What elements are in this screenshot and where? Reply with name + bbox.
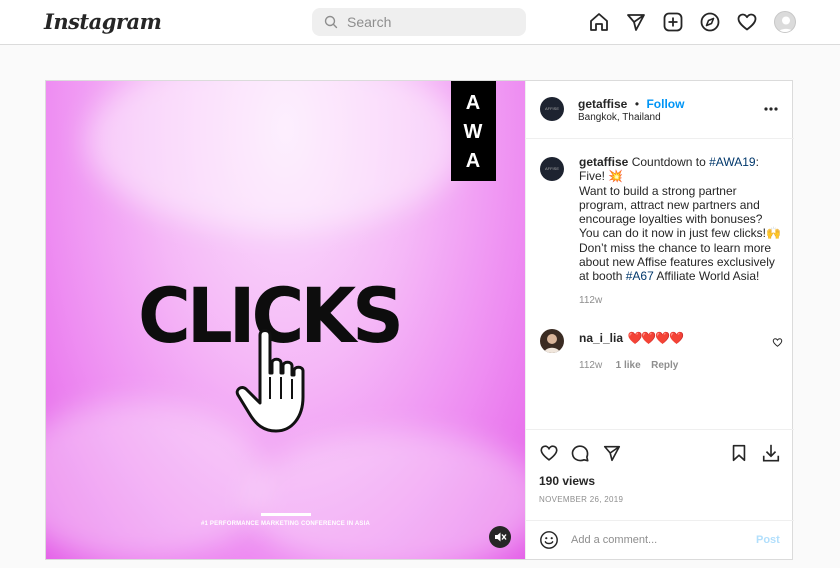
post-comment-button[interactable]: Post xyxy=(756,534,780,546)
mute-button[interactable] xyxy=(489,526,511,548)
comment-username[interactable]: na_i_lia xyxy=(579,331,623,345)
cloud-shape xyxy=(246,431,525,559)
caption-text: Countdown to xyxy=(631,155,710,169)
comment-like-heart-icon[interactable] xyxy=(772,337,783,348)
conference-subline: #1 PERFORMANCE MARKETING CONFERENCE IN A… xyxy=(200,521,371,527)
awa-letter: A xyxy=(465,150,482,172)
instagram-logo[interactable]: Instagram xyxy=(44,9,162,34)
author-username[interactable]: getaffise xyxy=(578,97,627,111)
user-silhouette-icon xyxy=(778,16,794,32)
follow-button[interactable]: Follow xyxy=(646,97,684,111)
activity-heart-icon[interactable] xyxy=(736,11,758,33)
comment-meta: 112w 1 like Reply xyxy=(579,355,678,373)
add-comment-bar: Add a comment... Post xyxy=(526,520,794,559)
post-date[interactable]: NOVEMBER 26, 2019 xyxy=(539,495,623,504)
awa-letter: A xyxy=(465,92,482,114)
more-options-icon[interactable] xyxy=(764,107,778,111)
search-icon xyxy=(324,15,338,29)
save-bookmark-icon[interactable] xyxy=(729,443,749,463)
pointer-hand-icon xyxy=(235,329,305,433)
caption-avatar[interactable]: AFFISE xyxy=(540,157,564,181)
new-post-icon[interactable] xyxy=(662,11,684,33)
home-icon[interactable] xyxy=(588,11,610,33)
share-icon[interactable] xyxy=(602,443,622,463)
post-card: A W A CLICKS #1 PERFORMANCE MARKETING CO… xyxy=(45,80,794,560)
separator-dot: • xyxy=(634,97,640,111)
caption-time[interactable]: 112w xyxy=(579,294,784,308)
awa-letter: W xyxy=(463,121,484,143)
author-avatar[interactable]: AFFISE xyxy=(540,97,564,121)
commenter-photo-icon xyxy=(544,334,560,353)
comment: na_i_lia ❤️❤️❤️❤️ xyxy=(579,329,684,347)
download-icon[interactable] xyxy=(761,443,781,463)
profile-avatar[interactable] xyxy=(774,11,796,33)
post-caption: getaffise Countdown to #AWA19: Five! 💥 W… xyxy=(579,155,784,308)
cloud-shape xyxy=(46,401,266,559)
top-navigation: Instagram Search xyxy=(0,0,840,45)
direct-icon[interactable] xyxy=(625,11,647,33)
view-count[interactable]: 190 views xyxy=(539,474,595,488)
emoji-icon[interactable] xyxy=(539,530,559,550)
comment-bubble-icon[interactable] xyxy=(570,443,590,463)
post-location[interactable]: Bangkok, Thailand xyxy=(578,112,661,123)
muted-speaker-icon xyxy=(495,532,507,542)
search-box[interactable]: Search xyxy=(312,8,526,36)
hashtag-link[interactable]: #AWA19 xyxy=(709,155,755,169)
comment-likes[interactable]: 1 like xyxy=(616,360,641,371)
cloud-shape xyxy=(86,81,466,231)
reply-button[interactable]: Reply xyxy=(651,360,678,371)
search-placeholder: Search xyxy=(347,14,392,30)
divider-line xyxy=(261,513,311,516)
like-heart-icon[interactable] xyxy=(539,443,559,463)
caption-username[interactable]: getaffise xyxy=(579,155,628,169)
comment-input[interactable]: Add a comment... xyxy=(571,534,657,546)
post-side-panel: AFFISE getaffise • Follow Bangkok, Thail… xyxy=(525,81,794,559)
explore-icon[interactable] xyxy=(699,11,721,33)
caption-text: Affiliate World Asia! xyxy=(653,269,760,284)
post-media[interactable]: A W A CLICKS #1 PERFORMANCE MARKETING CO… xyxy=(46,81,525,559)
awa-badge: A W A xyxy=(451,81,496,181)
commenter-avatar[interactable] xyxy=(540,329,564,353)
comment-time[interactable]: 112w xyxy=(579,360,602,371)
hashtag-link[interactable]: #A67 xyxy=(626,269,654,283)
post-header: AFFISE getaffise • Follow Bangkok, Thail… xyxy=(526,81,794,139)
comment-text: ❤️❤️❤️❤️ xyxy=(627,331,684,345)
